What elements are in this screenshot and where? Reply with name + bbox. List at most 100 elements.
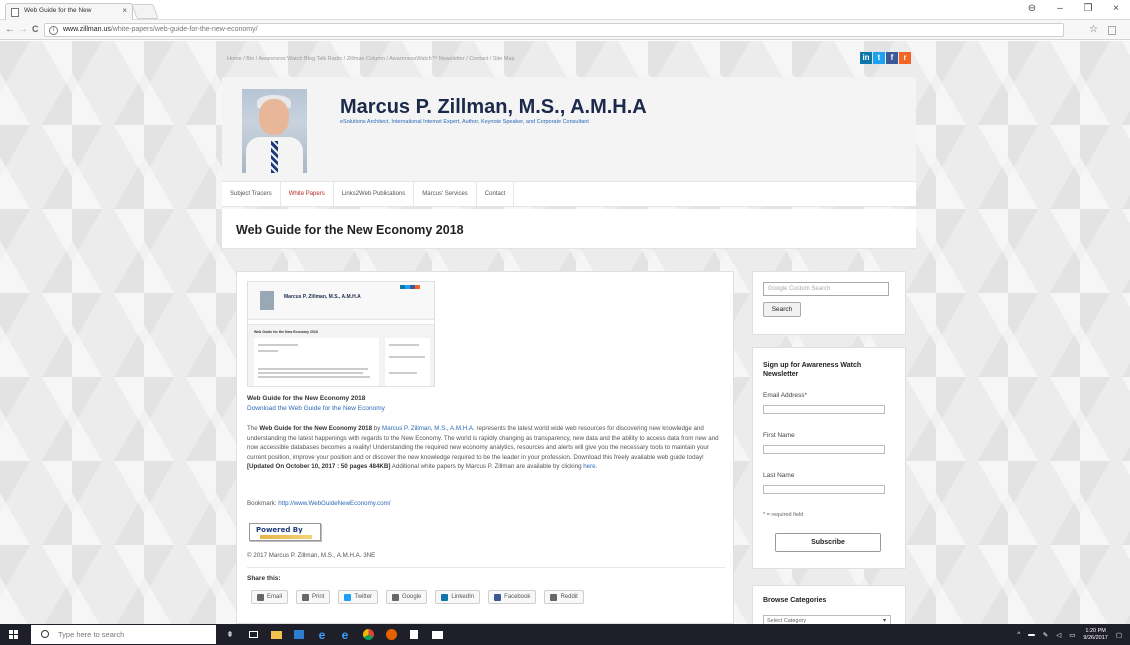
chrome-icon[interactable] bbox=[360, 628, 376, 642]
battery-icon[interactable]: ▬ bbox=[1028, 631, 1035, 638]
share-label: Share this: bbox=[247, 575, 281, 582]
more-papers-link[interactable]: here bbox=[583, 463, 595, 470]
new-tab-button[interactable] bbox=[131, 4, 159, 19]
first-name-field[interactable] bbox=[763, 445, 885, 454]
nav-item-services[interactable]: Marcus' Services bbox=[414, 182, 477, 206]
url-input[interactable]: i www.zillman.us/white-papers/web-guide-… bbox=[44, 23, 1064, 37]
email-field[interactable] bbox=[763, 405, 885, 414]
forward-button[interactable]: → bbox=[18, 23, 28, 36]
guide-description: The Web Guide for the New Economy 2018 b… bbox=[247, 425, 719, 471]
taskbar-apps: ǂ e e bbox=[222, 624, 445, 645]
keyboard-icon[interactable]: ▭ bbox=[1069, 631, 1075, 639]
site-title[interactable]: Marcus P. Zillman, M.S., A.M.H.A bbox=[340, 96, 647, 119]
required-note: * = required field bbox=[763, 512, 804, 518]
site-tagline: eSolutions Architect, International Inte… bbox=[340, 119, 589, 125]
edge-icon[interactable]: e bbox=[314, 628, 330, 642]
info-icon[interactable]: i bbox=[49, 26, 58, 35]
share-reddit-button[interactable]: Reddit bbox=[544, 590, 584, 604]
search-input[interactable]: Google Custom Search bbox=[763, 282, 889, 296]
main-nav: Subject Tracers White Papers Links2Web P… bbox=[222, 181, 916, 207]
address-toolbar: ← → C i www.zillman.us/white-papers/web-… bbox=[0, 20, 1130, 40]
page-title-box: Web Guide for the New Economy 2018 bbox=[222, 209, 916, 249]
share-twitter-button[interactable]: Twitter bbox=[338, 590, 379, 604]
twitter-icon[interactable]: t bbox=[873, 52, 885, 64]
first-name-label: First Name bbox=[763, 432, 795, 439]
bookmark-star-icon[interactable]: ☆ bbox=[1089, 24, 1098, 35]
guide-title: Web Guide for the New Economy 2018 bbox=[247, 395, 366, 402]
minimize-button[interactable]: – bbox=[1046, 0, 1074, 20]
close-window-button[interactable]: × bbox=[1102, 0, 1130, 20]
bookmark-link[interactable]: http://www.WebGuideNewEconomy.com/ bbox=[278, 500, 390, 507]
explorer-icon[interactable] bbox=[268, 628, 284, 642]
share-google-button[interactable]: Google bbox=[386, 590, 428, 604]
browser-tab-strip: Web Guide for the New × ⊖ – ❐ × bbox=[0, 0, 1130, 20]
extension-icon[interactable] bbox=[1108, 26, 1116, 35]
search-button[interactable]: Search bbox=[763, 302, 801, 317]
linkedin-icon[interactable]: in bbox=[860, 52, 872, 64]
top-links-bar[interactable]: Home / Bio / Awareness Watch Blog Talk R… bbox=[222, 41, 916, 77]
share-print-button[interactable]: Print bbox=[296, 590, 331, 604]
os-taskbar: Type here to search ǂ e e ^ ▬ ✎ ◁ ▭ 1:20… bbox=[0, 624, 1130, 645]
clock[interactable]: 1:20 PM 9/26/2017 bbox=[1083, 628, 1107, 642]
browse-title: Browse Categories bbox=[763, 597, 827, 604]
rss-icon[interactable]: r bbox=[899, 52, 911, 64]
notifications-icon[interactable]: ▢ bbox=[1116, 631, 1122, 639]
twitter-icon bbox=[344, 593, 352, 601]
back-button[interactable]: ← bbox=[5, 23, 15, 36]
ie-icon[interactable]: e bbox=[337, 628, 353, 642]
reload-button[interactable]: C bbox=[32, 23, 39, 36]
category-select[interactable]: Select Category ▾ bbox=[763, 615, 891, 624]
task-view-icon[interactable] bbox=[245, 628, 261, 642]
page-viewport: Home / Bio / Awareness Watch Blog Talk R… bbox=[0, 41, 1130, 624]
tab-close-button[interactable]: × bbox=[122, 6, 127, 15]
url-path: /white-papers/web-guide-for-the-new-econ… bbox=[110, 26, 258, 33]
account-icon[interactable]: ⊖ bbox=[1018, 0, 1046, 20]
microphone-icon[interactable]: ǂ bbox=[222, 628, 238, 642]
author-link[interactable]: Marcus P. Zillman, M.S., A.M.H.A. bbox=[382, 425, 475, 432]
mail-icon[interactable] bbox=[429, 628, 445, 642]
nav-item-white-papers[interactable]: White Papers bbox=[281, 182, 334, 206]
powered-by-text: Powered By bbox=[256, 526, 303, 534]
powered-by-badge[interactable]: Powered By bbox=[249, 523, 321, 541]
print-icon bbox=[302, 593, 310, 601]
guide-thumbnail[interactable]: Marcus P. Zillman, M.S., A.M.H.A Web Gui… bbox=[247, 281, 435, 387]
system-tray: ^ ▬ ✎ ◁ ▭ 1:20 PM 9/26/2017 ▢ bbox=[1017, 624, 1122, 645]
window-controls: ⊖ – ❐ × bbox=[1018, 0, 1130, 20]
facebook-icon bbox=[494, 593, 502, 601]
share-email-button[interactable]: Email bbox=[251, 590, 289, 604]
linkedin-icon bbox=[441, 593, 449, 601]
maximize-button[interactable]: ❐ bbox=[1074, 0, 1102, 20]
taskbar-search-input[interactable]: Type here to search bbox=[31, 625, 216, 644]
volume-icon[interactable]: ◁ bbox=[1056, 631, 1061, 639]
sidebar: Google Custom Search Search Sign up for … bbox=[752, 271, 916, 624]
store-icon[interactable] bbox=[291, 628, 307, 642]
page-icon bbox=[11, 8, 19, 17]
social-icons: in t f r bbox=[860, 52, 911, 64]
main-content: Marcus P. Zillman, M.S., A.M.H.A Web Gui… bbox=[236, 271, 734, 624]
google-icon bbox=[392, 593, 400, 601]
pen-icon[interactable]: ✎ bbox=[1043, 631, 1048, 639]
facebook-icon[interactable]: f bbox=[886, 52, 898, 64]
lock-icon[interactable] bbox=[406, 628, 422, 642]
site-header: Marcus P. Zillman, M.S., A.M.H.A eSoluti… bbox=[222, 77, 916, 181]
nav-item-links2web[interactable]: Links2Web Publications bbox=[334, 182, 415, 206]
thumbnail-page-title: Web Guide for the New Economy 2018 bbox=[254, 330, 318, 334]
chevron-up-icon[interactable]: ^ bbox=[1017, 631, 1020, 638]
windows-start-icon[interactable] bbox=[9, 630, 18, 639]
tab-title: Web Guide for the New bbox=[24, 7, 92, 14]
subscribe-button[interactable]: Subscribe bbox=[775, 533, 881, 552]
copyright: © 2017 Marcus P. Zillman, M.S., A.M.H.A.… bbox=[247, 552, 376, 559]
share-facebook-button[interactable]: Facebook bbox=[488, 590, 537, 604]
nav-item-contact[interactable]: Contact bbox=[477, 182, 515, 206]
divider bbox=[247, 567, 725, 568]
nav-item-subject-tracers[interactable]: Subject Tracers bbox=[222, 182, 281, 206]
share-buttons: Email Print Twitter Google LinkedIn Face… bbox=[251, 590, 584, 604]
newsletter-widget: Sign up for Awareness Watch Newsletter E… bbox=[752, 347, 906, 569]
firefox-icon[interactable] bbox=[383, 628, 399, 642]
download-link[interactable]: Download the Web Guide for the New Econo… bbox=[247, 405, 385, 412]
site-wrapper: Home / Bio / Awareness Watch Blog Talk R… bbox=[222, 41, 916, 624]
share-linkedin-button[interactable]: LinkedIn bbox=[435, 590, 481, 604]
url-domain: www.zillman.us bbox=[63, 26, 111, 33]
last-name-field[interactable] bbox=[763, 485, 885, 494]
browser-tab[interactable]: Web Guide for the New × bbox=[5, 3, 133, 20]
